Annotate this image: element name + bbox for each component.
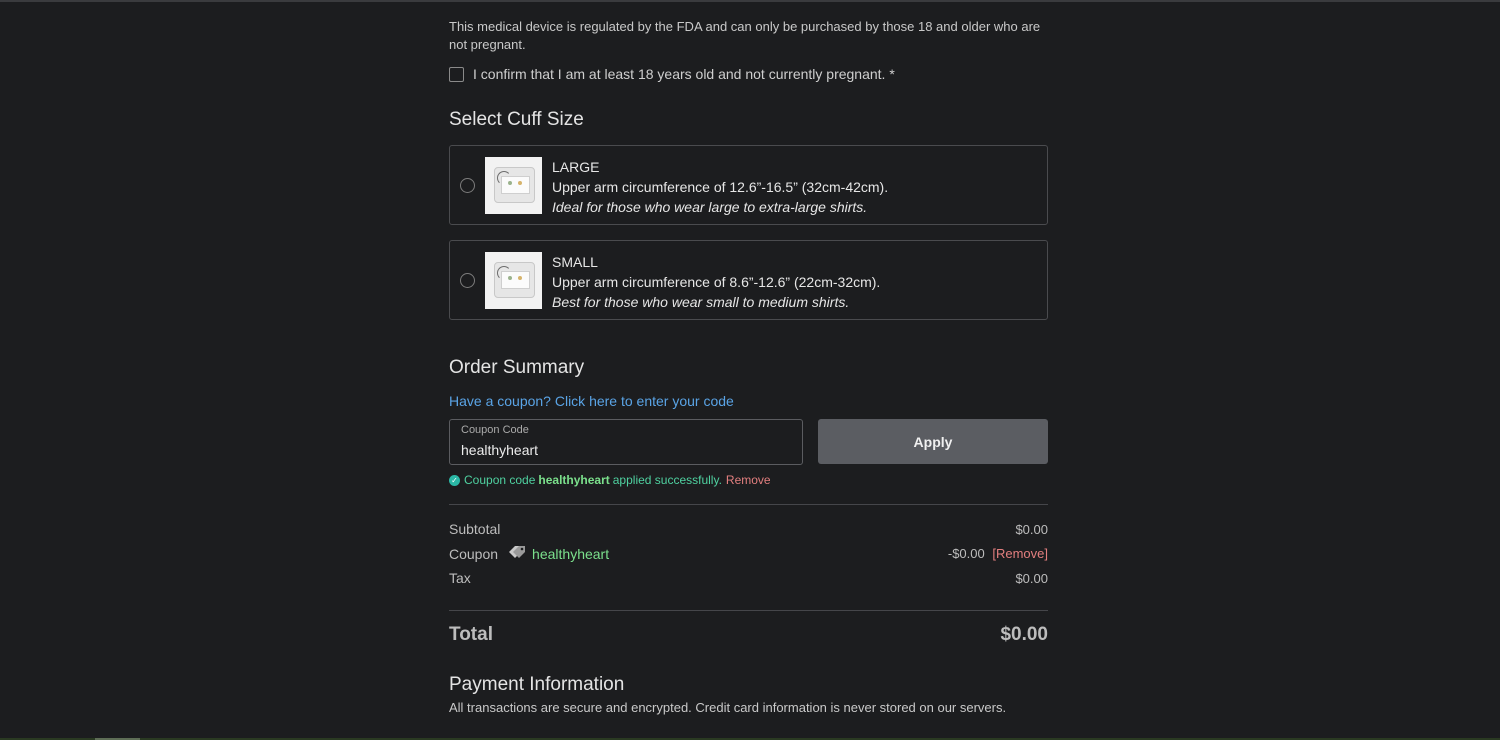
coupon-row-label: Coupon [449, 545, 499, 562]
coupon-discount-value: -$0.00 [947, 546, 985, 561]
cuff-small-range: Upper arm circumference of 8.6”-12.6” (2… [552, 274, 881, 290]
fda-notice: This medical device is regulated by the … [449, 19, 1041, 52]
cuff-small-name: SMALL [552, 254, 598, 270]
payment-title: Payment Information [449, 674, 625, 695]
coupon-row-right: -$0.00 [Remove] [948, 546, 1048, 561]
success-suffix: applied successfully. [612, 473, 722, 487]
cuff-option-large[interactable]: LARGE Upper arm circumference of 12.6”-1… [449, 145, 1048, 225]
cuff-size-title: Select Cuff Size [449, 109, 584, 130]
tag-icon [508, 545, 526, 562]
cuff-large-range: Upper arm circumference of 12.6”-16.5” (… [552, 179, 889, 195]
tax-row: Tax $0.00 [449, 570, 1048, 586]
coupon-field-label: Coupon Code [461, 424, 529, 436]
cuff-small-radio[interactable] [460, 273, 475, 288]
coupon-remove-link[interactable]: [Remove] [992, 546, 1048, 561]
subtotal-value: $0.00 [1015, 521, 1048, 537]
coupon-success-message: ✓ Coupon code healthyheart applied succe… [449, 473, 771, 487]
apply-coupon-button[interactable]: Apply [818, 419, 1048, 464]
payment-subtitle: All transactions are secure and encrypte… [449, 700, 1007, 715]
check-circle-icon: ✓ [449, 474, 460, 486]
coupon-row: Coupon healthyheart -$0.00 [Remove] [449, 545, 1048, 562]
age-confirm-label[interactable]: I confirm that I am at least 18 years ol… [473, 66, 895, 82]
success-prefix: Coupon code [464, 473, 536, 487]
cuff-large-radio[interactable] [460, 178, 475, 193]
cuff-small-text: SMALL Upper arm circumference of 8.6”-12… [552, 252, 880, 312]
remove-coupon-link[interactable]: Remove [726, 473, 771, 487]
cuff-option-small[interactable]: SMALL Upper arm circumference of 8.6”-12… [449, 240, 1048, 320]
cuff-small-note: Best for those who wear small to medium … [552, 294, 850, 310]
coupon-row-code: healthyheart [532, 545, 610, 562]
total-label: Total [449, 624, 493, 645]
cuff-large-note: Ideal for those who wear large to extra-… [552, 199, 868, 215]
cuff-small-image [485, 252, 542, 309]
summary-divider-top [449, 504, 1048, 505]
cuff-large-name: LARGE [552, 159, 600, 175]
age-confirm-checkbox[interactable] [449, 66, 464, 82]
coupon-row-left: Coupon healthyheart [449, 545, 609, 562]
tax-label: Tax [449, 570, 471, 586]
coupon-toggle-link[interactable]: Have a coupon? Click here to enter your … [449, 393, 734, 409]
cuff-large-image [485, 157, 542, 214]
subtotal-label: Subtotal [449, 521, 501, 537]
order-summary-title: Order Summary [449, 357, 585, 378]
total-row: Total $0.00 [449, 624, 1048, 646]
success-code: healthyheart [538, 473, 610, 487]
total-value: $0.00 [1000, 624, 1048, 645]
coupon-field[interactable]: Coupon Code [449, 419, 803, 465]
coupon-input[interactable] [461, 442, 781, 458]
summary-divider-bottom [449, 610, 1048, 611]
cuff-large-text: LARGE Upper arm circumference of 12.6”-1… [552, 157, 888, 217]
subtotal-row: Subtotal $0.00 [449, 521, 1048, 537]
tax-value: $0.00 [1015, 570, 1048, 586]
age-confirm-row[interactable]: I confirm that I am at least 18 years ol… [449, 66, 895, 82]
top-border [0, 0, 1500, 2]
